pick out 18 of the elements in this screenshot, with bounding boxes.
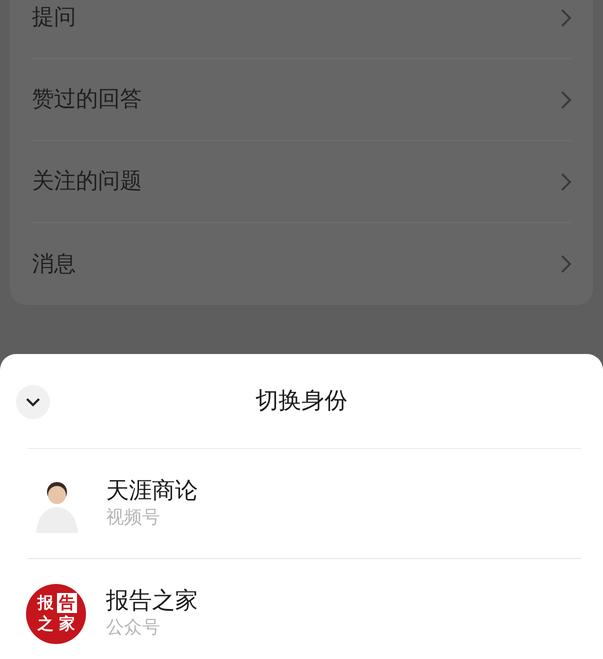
account-type: 公众号 <box>106 616 161 639</box>
menu-item[interactable]: 关注的问题 <box>32 141 573 223</box>
chevron-right-icon <box>559 90 573 110</box>
account-item[interactable]: 报 告 之 家 报告之家 公众号 <box>28 559 581 659</box>
chevron-right-icon <box>559 8 573 28</box>
menu-item[interactable]: 赞过的回答 <box>32 59 573 141</box>
account-name: 报告之家 <box>106 588 198 616</box>
menu-item[interactable]: 消息 <box>32 223 573 305</box>
account-name: 天涯商论 <box>106 478 198 506</box>
chevron-down-icon <box>25 397 41 407</box>
account-type: 视频号 <box>106 506 161 529</box>
menu-item[interactable]: 提问 <box>32 0 573 59</box>
collapse-button[interactable] <box>16 385 50 419</box>
chevron-right-icon <box>559 254 573 274</box>
chevron-right-icon <box>559 172 573 192</box>
sheet-title: 切换身份 <box>256 386 348 416</box>
logo-avatar: 报 告 之 家 <box>26 584 86 644</box>
account-item[interactable]: 天涯商论 视频号 <box>28 449 581 559</box>
